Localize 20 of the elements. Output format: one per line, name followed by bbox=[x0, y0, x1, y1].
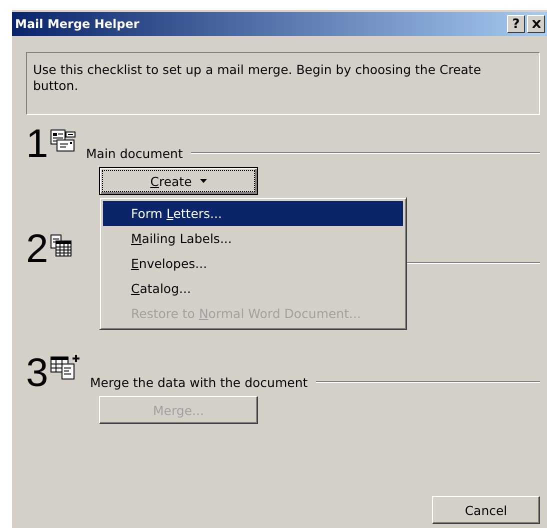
menu-item[interactable]: Envelopes... bbox=[103, 251, 403, 276]
cancel-button[interactable]: Cancel bbox=[432, 496, 540, 524]
help-button[interactable]: ? bbox=[507, 15, 525, 33]
menu-item[interactable]: Catalog... bbox=[103, 276, 403, 301]
close-icon bbox=[532, 20, 540, 28]
table-icon bbox=[50, 234, 72, 258]
window-title: Mail Merge Helper bbox=[15, 17, 140, 31]
step-number: 2 bbox=[26, 230, 50, 268]
step-number: 1 bbox=[26, 125, 50, 163]
menu-item[interactable]: Form Letters... bbox=[103, 201, 403, 226]
documents-icon bbox=[50, 129, 76, 153]
menu-item[interactable]: Mailing Labels... bbox=[103, 226, 403, 251]
documents-icon bbox=[50, 354, 80, 382]
create-button[interactable]: Create bbox=[99, 167, 258, 195]
step-label: Merge the data with the document bbox=[90, 375, 308, 390]
instructions-text: Use this checklist to set up a mail merge. Begin by choosing the Create button. bbox=[33, 62, 482, 93]
step-number: 3 bbox=[26, 354, 50, 392]
close-button[interactable] bbox=[527, 15, 545, 33]
caret-icon bbox=[200, 179, 207, 183]
step-label: Main document bbox=[86, 146, 183, 161]
